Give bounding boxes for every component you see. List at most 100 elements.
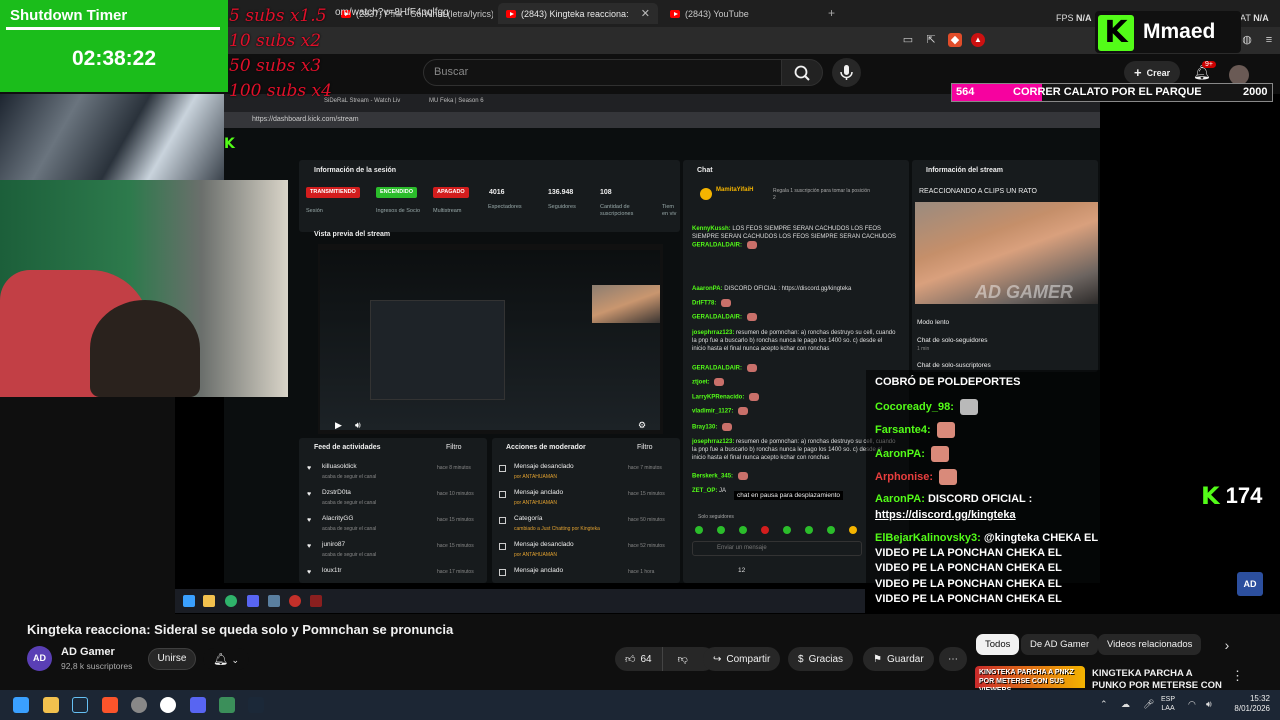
chevron-right-icon[interactable]: › xyxy=(1214,636,1240,654)
more-actions-button[interactable]: ⋯ xyxy=(939,647,967,671)
subs-only-row[interactable]: Chat de solo-suscriptores xyxy=(917,362,991,369)
join-button[interactable]: Unirse xyxy=(148,648,196,670)
tray-chevron-icon[interactable]: ⌃ xyxy=(1100,699,1108,710)
kick-icon: K xyxy=(1201,482,1220,510)
search-button[interactable] xyxy=(781,59,823,86)
chat-paused-notice[interactable]: chat en pausa para desplazamiento xyxy=(734,491,843,500)
discord-icon[interactable] xyxy=(190,697,206,713)
steam-icon[interactable] xyxy=(72,697,88,713)
volume-icon[interactable]: 🔊︎ xyxy=(1206,699,1212,710)
subscriber-count: 92,8 k suscriptores xyxy=(61,661,133,671)
emote-bar xyxy=(695,524,860,536)
activity-item-name: loux1tr xyxy=(322,567,342,574)
activity-item-time: hace 15 minutos xyxy=(437,517,474,523)
stat-label: Seguidores xyxy=(548,204,576,210)
user-avatar[interactable] xyxy=(1229,65,1249,85)
chat-overlay-text: VIDEO PE LA PONCHAN CHEKA EL xyxy=(875,547,1062,559)
chat-overlay-message: Cocoready_98: xyxy=(875,399,978,415)
chat-mode-label: Solo seguidores xyxy=(698,514,734,520)
channel-name[interactable]: AD Gamer xyxy=(61,646,115,658)
filter-button[interactable]: Filtro xyxy=(446,444,462,451)
followers-only-row[interactable]: Chat de solo-seguidores xyxy=(917,337,987,344)
inner-chat-title: Chat xyxy=(697,167,713,174)
chat-overlay-text: VIDEO PE LA PONCHAN CHEKA EL xyxy=(875,578,1062,590)
search-input[interactable]: Buscar xyxy=(423,59,782,86)
mod-action-sub: cambiado a Just Chatting por Kingteka xyxy=(514,526,600,532)
filter-button[interactable]: Filtro xyxy=(637,444,653,451)
activity-item-time: hace 10 minutos xyxy=(437,491,474,497)
menu-icon[interactable]: ≡ xyxy=(1262,33,1276,47)
chip-related[interactable]: Videos relacionados xyxy=(1098,634,1202,655)
heart-icon: ♥ xyxy=(307,543,312,550)
rewards-icon[interactable]: ▲ xyxy=(971,33,985,47)
mod-action-name: Mensaje anclado xyxy=(514,489,564,496)
notification-settings-button[interactable]: 🔔︎ ⌄ xyxy=(203,648,249,670)
save-button[interactable]: ⚑ Guardar xyxy=(863,647,934,671)
status-label: Ingresos de Socio xyxy=(376,208,421,214)
chat-overlay-message: VIDEO PE LA PONCHAN CHEKA EL xyxy=(875,547,1062,559)
browser-tab-2[interactable]: (2843) Kingteka reacciona: Sideral✕ xyxy=(498,3,658,24)
play-icon[interactable]: ▶ xyxy=(335,420,342,431)
steam-icon[interactable] xyxy=(248,697,264,713)
share-button[interactable]: ↪ Compartir xyxy=(703,647,781,671)
thanks-button[interactable]: $ Gracias xyxy=(788,647,854,671)
keyboard-language[interactable]: ESP LAA xyxy=(1161,695,1175,713)
brave-icon[interactable] xyxy=(102,697,118,713)
inner-chat-username: ztjoet: xyxy=(692,379,710,386)
close-tab-icon[interactable]: ✕ xyxy=(641,7,650,20)
chat-overlay-text[interactable]: https://discord.gg/kingteka xyxy=(875,509,1016,521)
inner-chat-username: vladimir_1127: xyxy=(692,408,734,415)
channel-avatar[interactable]: AD xyxy=(27,646,52,671)
chat-overlay-username: Arphonise: xyxy=(875,470,934,483)
vpn-icon[interactable]: ◍ xyxy=(1240,33,1254,47)
chat-overlay-message: COBRÓ DE POLDEPORTES xyxy=(875,376,1020,388)
inner-chat-message: AaaronPA: DISCORD OFICIAL : https://disc… xyxy=(692,285,897,293)
subs-rule: 50 subs x3 xyxy=(229,56,322,76)
screen-icon[interactable]: ▭ xyxy=(901,33,915,47)
settings-icon[interactable]: ⚙ xyxy=(638,420,646,431)
chat-overlay-text: VIDEO PE LA PONCHAN CHEKA EL xyxy=(875,562,1062,574)
chat-input[interactable]: Enviar un mensaje xyxy=(692,541,862,556)
bell-icon: 🔔︎ xyxy=(212,652,229,666)
new-tab-icon[interactable]: + xyxy=(828,6,835,20)
activity-feed-panel xyxy=(299,438,487,583)
preview-cam xyxy=(592,285,660,323)
recommended-title[interactable]: KINGTEKA PARCHA A PUNKO POR METERSE CON … xyxy=(1092,668,1227,688)
chip-all[interactable]: Todos xyxy=(976,634,1020,655)
system-clock[interactable]: 15:32 8/01/2026 xyxy=(1226,694,1270,714)
share-icon[interactable]: ⇱ xyxy=(924,33,938,47)
more-vert-icon[interactable]: ⋮ xyxy=(1231,668,1244,684)
windows-start-icon[interactable] xyxy=(13,697,29,713)
create-button[interactable]: + Crear xyxy=(1124,61,1181,84)
chat-overlay-text: VIDEO PE LA PONCHAN CHEKA EL xyxy=(875,593,1062,605)
youtube-favicon-icon xyxy=(670,9,680,18)
slow-mode-row[interactable]: Modo lento xyxy=(917,319,949,326)
voice-search-button[interactable] xyxy=(832,58,861,87)
chip-channel[interactable]: De AD Gamer xyxy=(1021,634,1099,655)
calculator-icon[interactable] xyxy=(219,697,235,713)
volume-icon[interactable]: 🔊︎ xyxy=(355,420,361,431)
stat-value: 136.948 xyxy=(548,189,574,196)
browser-tab-3[interactable]: (2843) YouTube xyxy=(662,3,822,24)
emote-icon xyxy=(959,399,978,415)
recommended-thumbnail[interactable]: KINGTEKA PARCHA A PNKZ POR METERSE CON S… xyxy=(975,666,1085,694)
mod-action-time: hace 1 hora xyxy=(628,569,655,575)
microphone-icon[interactable]: 🎤︎ xyxy=(1143,699,1154,710)
divider xyxy=(6,27,220,30)
like-button[interactable]: 👍︎ 64 xyxy=(615,647,663,671)
brave-shield-icon[interactable]: ◆ xyxy=(948,33,962,47)
url-text[interactable]: om/watch?v=8HfF4pqlfgg xyxy=(335,7,449,18)
obs-icon[interactable] xyxy=(131,697,147,713)
wifi-icon[interactable]: ◠ xyxy=(1188,699,1196,710)
file-explorer-icon[interactable] xyxy=(43,697,59,713)
inner-chat-message: josephrraz123: resumen de pomnchan: a) r… xyxy=(692,329,897,353)
webcam-top xyxy=(0,94,224,180)
preview-nested-window xyxy=(370,300,505,400)
inner-chat-message: GERALDALDAIR: xyxy=(692,313,897,322)
inner-chat-message: KennyKussh: LOS FEOS SIEMPRE SERAN CACHU… xyxy=(692,225,897,241)
mod-action-time: hace 50 minutos xyxy=(628,517,665,523)
dislike-button[interactable]: 👎︎ xyxy=(668,653,698,665)
status-tag-off: APAGADO xyxy=(433,187,469,198)
cloud-icon[interactable]: ☁ xyxy=(1121,699,1130,710)
app-icon[interactable] xyxy=(160,697,176,713)
